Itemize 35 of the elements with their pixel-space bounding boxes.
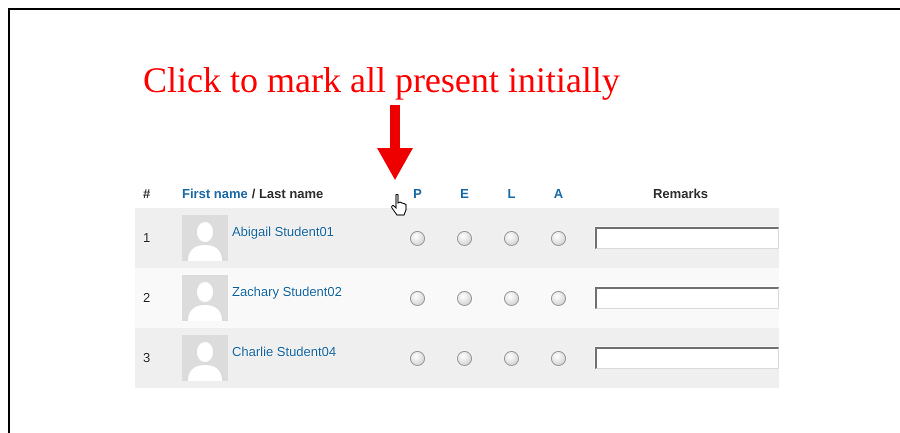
down-arrow-icon xyxy=(377,105,413,180)
column-header: # xyxy=(142,185,152,204)
remarks-field[interactable] xyxy=(595,287,779,309)
radio-button[interactable] xyxy=(410,290,425,306)
student-name-link[interactable]: Zachary Student02 xyxy=(232,282,342,302)
radio-button[interactable] xyxy=(457,230,472,246)
status-header-link[interactable]: P xyxy=(413,184,422,204)
column-header: / Last name xyxy=(252,185,324,204)
row-number: 1 xyxy=(142,229,152,248)
student-name-link[interactable]: Charlie Student04 xyxy=(232,342,336,362)
avatar-icon xyxy=(182,275,228,321)
radio-button[interactable] xyxy=(457,350,472,366)
column-header: Remarks xyxy=(652,185,709,204)
row-number: 2 xyxy=(142,289,152,308)
row-number: 3 xyxy=(142,349,152,368)
radio-button[interactable] xyxy=(551,230,566,246)
radio-button[interactable] xyxy=(551,290,566,306)
radio-button[interactable] xyxy=(410,230,425,246)
status-header-link[interactable]: E xyxy=(460,184,469,204)
remarks-field[interactable] xyxy=(595,347,779,369)
radio-button[interactable] xyxy=(457,290,472,306)
hand-cursor-icon xyxy=(391,194,409,216)
radio-button[interactable] xyxy=(410,350,425,366)
radio-button[interactable] xyxy=(504,290,519,306)
status-header-link[interactable]: A xyxy=(554,184,564,204)
avatar-icon xyxy=(182,335,228,381)
sort-link[interactable]: First name xyxy=(182,184,248,204)
avatar-icon xyxy=(182,215,228,261)
radio-button[interactable] xyxy=(551,350,566,366)
remarks-field[interactable] xyxy=(595,227,779,249)
student-name-link[interactable]: Abigail Student01 xyxy=(232,222,334,242)
status-header-link[interactable]: L xyxy=(508,184,516,204)
annotation-text: Click to mark all present initially xyxy=(142,59,621,102)
radio-button[interactable] xyxy=(504,230,519,246)
radio-button[interactable] xyxy=(504,350,519,366)
